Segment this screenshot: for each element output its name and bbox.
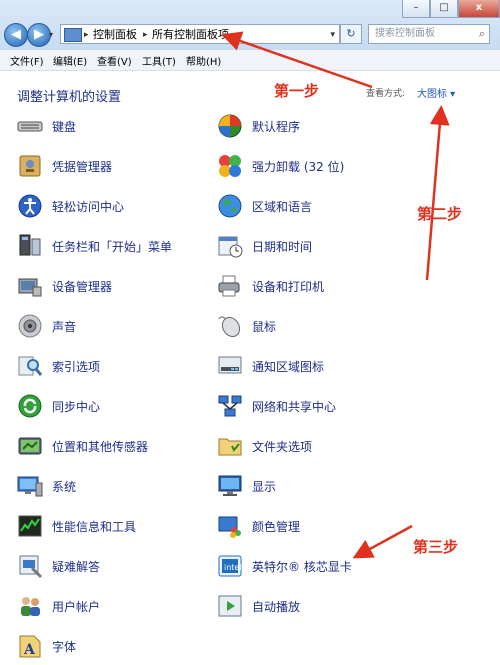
annotation-step1: 第一步 (274, 82, 320, 100)
step2-arrow (425, 105, 450, 281)
step3-arrow (352, 524, 413, 559)
annotation-step2: 第二步 (417, 205, 463, 223)
annotation-step3: 第三步 (413, 538, 459, 556)
annotation-arrows (221, 31, 450, 559)
